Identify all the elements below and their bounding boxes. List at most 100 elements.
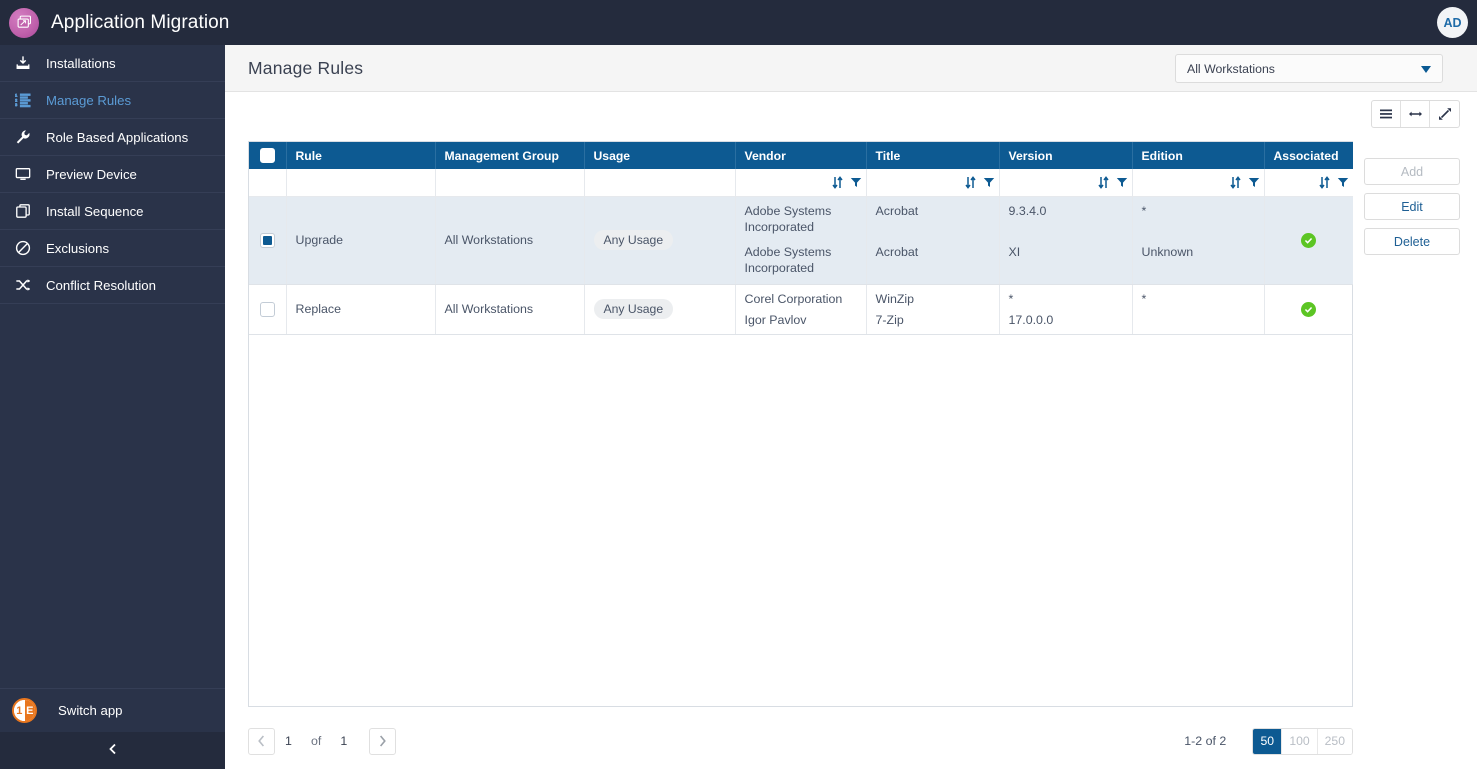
sidebar-item-manage-rules[interactable]: 1 2 3 Manage Rules <box>0 82 225 119</box>
column-header-management-group[interactable]: Management Group <box>435 142 585 169</box>
version-line: * <box>1008 291 1014 306</box>
sidebar: Installations 1 2 3 Manage Rules Role Ba… <box>0 45 225 769</box>
associated-check-icon <box>1301 232 1317 248</box>
page-size-group: 50 100 250 <box>1252 727 1353 755</box>
page-size-50[interactable]: 50 <box>1253 728 1283 754</box>
sidebar-item-installations[interactable]: Installations <box>0 45 225 82</box>
cell-management-group: All Workstations <box>435 284 585 335</box>
chevron-left-icon <box>258 735 265 747</box>
table-row[interactable]: Upgrade All Workstations Any Usage Adobe… <box>249 196 1353 285</box>
sidebar-collapse-button[interactable] <box>0 732 225 769</box>
row-checkbox[interactable] <box>259 301 275 317</box>
sidebar-item-install-sequence[interactable]: Install Sequence <box>0 193 225 230</box>
sort-icon[interactable] <box>1319 175 1330 189</box>
rules-table-container: Rule Management Group Usage Vendor Title… <box>248 141 1353 707</box>
page-size-250[interactable]: 250 <box>1317 728 1352 754</box>
app-title: Application Migration <box>51 11 230 33</box>
shuffle-icon <box>0 277 46 293</box>
edit-button[interactable]: Edit <box>1364 193 1460 220</box>
row-select-cell <box>249 284 287 335</box>
rules-table: Rule Management Group Usage Vendor Title… <box>249 142 1353 335</box>
cell-title: WinZip 7-Zip <box>866 284 1000 335</box>
column-header-vendor[interactable]: Vendor <box>735 142 867 169</box>
vendor-line: Corel Corporation <box>744 291 843 306</box>
column-header-rule[interactable]: Rule <box>286 142 436 169</box>
column-header-usage[interactable]: Usage <box>584 142 736 169</box>
funnel-icon[interactable] <box>983 176 995 188</box>
pagination-right: 1-2 of 2 50 100 250 <box>1184 727 1353 755</box>
column-header-title[interactable]: Title <box>866 142 1000 169</box>
chevron-down-icon <box>1421 66 1431 73</box>
sidebar-item-label: Manage Rules <box>46 92 132 108</box>
page-header: Manage Rules All Workstations <box>225 45 1477 92</box>
edition-line: * <box>1141 203 1147 218</box>
cell-associated <box>1264 284 1353 335</box>
sort-icon[interactable] <box>1097 175 1109 189</box>
page-size-100[interactable]: 100 <box>1282 728 1318 754</box>
current-page-number[interactable]: 1 <box>275 734 302 748</box>
table-row[interactable]: Replace All Workstations Any Usage Corel… <box>249 284 1353 335</box>
sidebar-item-label: Preview Device <box>46 166 137 182</box>
expand-icon[interactable] <box>1430 101 1459 127</box>
windows-stack-icon <box>9 7 39 38</box>
table-filter-row <box>249 169 1353 197</box>
sidebar-item-label: Installations <box>46 55 116 71</box>
vendor-line: Adobe Systems Incorporated <box>744 203 832 234</box>
add-button[interactable]: Add <box>1364 158 1460 185</box>
fit-width-icon[interactable] <box>1401 101 1430 127</box>
table-header-row: Rule Management Group Usage Vendor Title… <box>249 142 1353 169</box>
sidebar-item-role-based-applications[interactable]: Role Based Applications <box>0 119 225 156</box>
sort-icon[interactable] <box>831 175 843 189</box>
select-all-checkbox[interactable] <box>259 148 275 163</box>
title-line: Acrobat <box>875 203 919 218</box>
select-all-header <box>249 142 287 169</box>
usage-badge: Any Usage <box>593 299 674 319</box>
prev-page-button[interactable] <box>248 727 275 755</box>
sidebar-item-label: Install Sequence <box>46 203 144 219</box>
sidebar-item-exclusions[interactable]: Exclusions <box>0 230 225 267</box>
associated-check-icon <box>1301 301 1317 317</box>
vendor-line: Igor Pavlov <box>744 312 807 327</box>
ban-icon <box>0 240 46 256</box>
chevron-left-icon <box>107 742 119 760</box>
cell-title: Acrobat Acrobat <box>866 196 1000 285</box>
scope-select[interactable]: All Workstations <box>1175 54 1443 83</box>
funnel-icon[interactable] <box>1116 176 1128 188</box>
cell-management-group: All Workstations <box>435 196 585 285</box>
column-header-associated[interactable]: Associated <box>1264 142 1353 169</box>
one-e-logo-icon: 1 E <box>12 698 37 723</box>
row-checkbox[interactable] <box>259 232 275 248</box>
column-header-edition[interactable]: Edition <box>1132 142 1265 169</box>
vendor-line: Adobe Systems Incorporated <box>744 244 832 275</box>
sidebar-item-conflict-resolution[interactable]: Conflict Resolution <box>0 267 225 304</box>
delete-button[interactable]: Delete <box>1364 228 1460 255</box>
version-line: XI <box>1008 244 1021 259</box>
funnel-icon[interactable] <box>1337 176 1349 188</box>
filter-cell-edition <box>1132 169 1265 197</box>
funnel-icon[interactable] <box>1248 176 1260 188</box>
next-page-button[interactable] <box>369 727 397 755</box>
sidebar-item-preview-device[interactable]: Preview Device <box>0 156 225 193</box>
list-view-icon[interactable] <box>1372 101 1401 127</box>
sort-icon[interactable] <box>964 175 976 189</box>
page-of-label: of <box>311 734 322 748</box>
sort-icon[interactable] <box>1229 175 1241 189</box>
avatar[interactable]: AD <box>1437 7 1468 38</box>
filter-cell-associated <box>1264 169 1353 197</box>
record-range-label: 1-2 of 2 <box>1184 734 1227 748</box>
switch-app-label: Switch app <box>58 703 123 718</box>
svg-text:3: 3 <box>15 102 18 107</box>
column-header-version[interactable]: Version <box>999 142 1133 169</box>
switch-app-button[interactable]: 1 E Switch app <box>0 688 225 732</box>
filter-cell-select <box>249 169 287 197</box>
chevron-right-icon <box>380 735 387 747</box>
pagination-bar: 1 of 1 1-2 of 2 50 100 250 <box>248 726 1353 756</box>
filter-cell-usage <box>584 169 736 197</box>
wrench-icon <box>0 129 46 145</box>
title-line: Acrobat <box>875 244 919 259</box>
sidebar-item-label: Role Based Applications <box>46 129 189 145</box>
funnel-icon[interactable] <box>850 176 862 188</box>
filter-cell-rule <box>286 169 436 197</box>
download-tray-icon <box>0 55 46 71</box>
row-select-cell <box>249 196 287 285</box>
